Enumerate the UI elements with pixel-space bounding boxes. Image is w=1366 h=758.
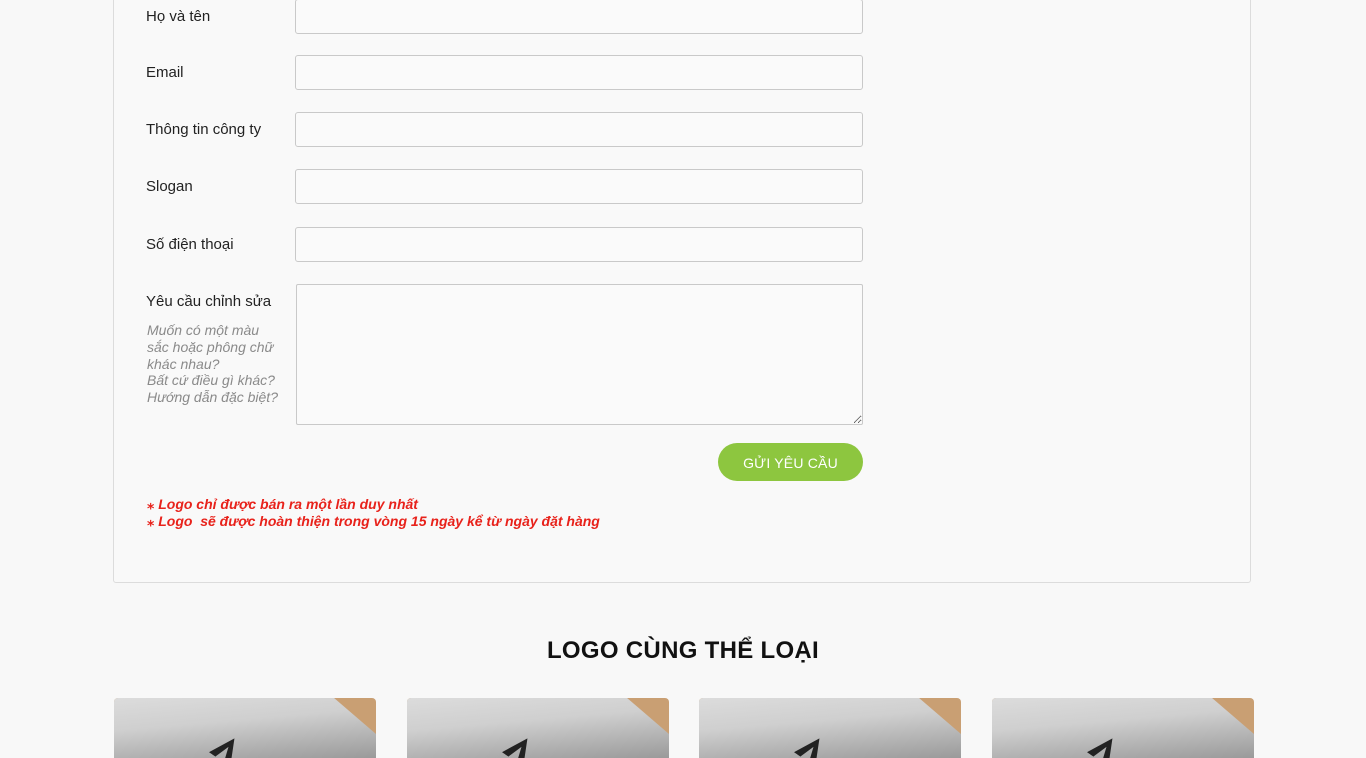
submit-request-button[interactable]: GỬI YÊU CẦU: [718, 443, 863, 481]
edit-request-hint: Muốn có một màu sắc hoặc phông chữ khác …: [147, 322, 287, 406]
related-logo-card[interactable]: [699, 698, 961, 758]
note-delivery-time: ⁎ Logo sẽ được hoàn thiện trong vòng 15 …: [147, 513, 600, 529]
email-input[interactable]: [295, 55, 863, 90]
card-thumbnail: [699, 698, 961, 758]
edit-request-textarea[interactable]: [296, 284, 863, 425]
hint-line: sắc hoặc phông chữ: [147, 338, 274, 355]
hint-line: Hướng dẫn đặc biệt?: [147, 389, 278, 406]
company-info-input[interactable]: [295, 112, 863, 147]
phone-input[interactable]: [295, 227, 863, 262]
order-notes: ⁎ Logo chỉ được bán ra một lần duy nhất …: [147, 496, 600, 530]
name-label: Họ và tên: [146, 8, 211, 25]
card-thumbnail: [114, 698, 376, 758]
related-logo-card[interactable]: [114, 698, 376, 758]
phone-label: Số điện thoại: [146, 236, 234, 253]
related-logos-title: LOGO CÙNG THỂ LOẠI: [546, 637, 820, 664]
related-logo-card[interactable]: [992, 698, 1254, 758]
note-single-sale: ⁎ Logo chỉ được bán ra một lần duy nhất: [147, 496, 418, 512]
slogan-input[interactable]: [295, 169, 863, 204]
edit-request-label: Yêu cầu chỉnh sửa: [146, 293, 272, 310]
card-thumbnail: [992, 698, 1254, 758]
name-input[interactable]: [295, 0, 863, 34]
slogan-label: Slogan: [146, 178, 193, 195]
hint-line: Bất cứ điều gì khác?: [147, 372, 275, 389]
card-thumbnail: [407, 698, 669, 758]
company-info-label: Thông tin công ty: [146, 121, 262, 138]
email-label: Email: [146, 64, 184, 81]
hint-line: Muốn có một màu: [147, 322, 260, 338]
related-logo-card[interactable]: [407, 698, 669, 758]
hint-line: khác nhau?: [147, 355, 220, 372]
